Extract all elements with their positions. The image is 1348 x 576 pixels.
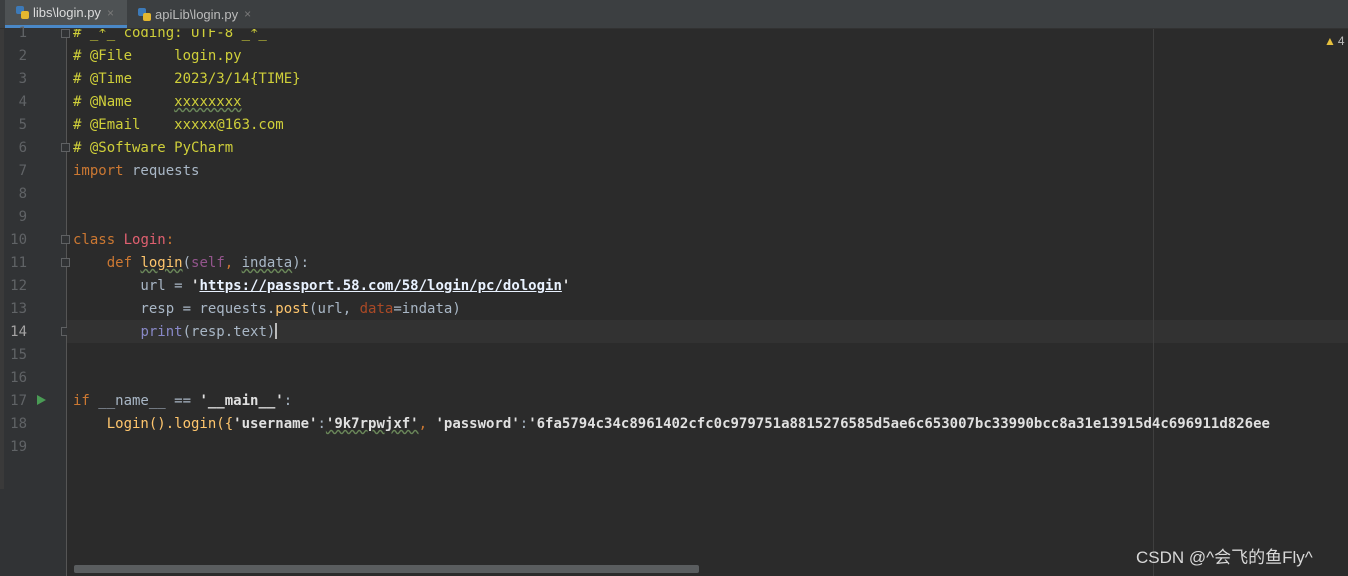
string-literal: '__main__' [199, 393, 284, 409]
line-number: 12 [10, 278, 27, 294]
tab-label: apiLib\login.py [155, 6, 239, 22]
dict-key: 'password' [435, 416, 520, 432]
run-icon[interactable] [37, 395, 46, 405]
comment-text: # _*_ coding: UTF-8 _*_ [73, 29, 267, 41]
string-quote: ' [561, 278, 571, 294]
horizontal-scrollbar-thumb[interactable] [74, 565, 699, 573]
code-text: : [519, 416, 529, 432]
code-text: : [165, 232, 175, 248]
code-line-11: def login(self, indata): [73, 252, 309, 275]
line-number: 4 [18, 94, 27, 110]
line-number: 2 [18, 48, 27, 64]
code-text: , [418, 416, 436, 432]
code-text: resp = requests. [73, 301, 276, 317]
keyword: if [73, 393, 90, 409]
watermark: CSDN @^会飞的鱼Fly^ [1136, 548, 1313, 567]
line-number: 15 [10, 347, 27, 363]
comment-text: xxxxxxxx [174, 94, 242, 110]
inspection-warnings-indicator[interactable]: ▲ 4 [1324, 34, 1345, 48]
code-text: =indata) [393, 301, 461, 317]
keyword: class [73, 232, 116, 248]
warning-count: 4 [1337, 34, 1345, 48]
comment-text: # @Name [73, 94, 175, 110]
code-line-17: if __name__ == '__main__': [73, 390, 292, 413]
comment-text: # @File login.py [73, 48, 242, 64]
line-number: 5 [18, 117, 27, 133]
line-number: 3 [18, 71, 27, 87]
tab-apilib-login[interactable]: apiLib\login.py × [132, 0, 262, 28]
line-number: 9 [18, 209, 27, 225]
line-number: 18 [10, 416, 27, 432]
code-text: Login().login({ [73, 416, 234, 432]
comment-text: # @Software PyCharm [73, 140, 234, 156]
code-line-14: print(resp.text) [73, 321, 278, 344]
line-number: 8 [18, 186, 27, 202]
code-text: (resp.text) [182, 324, 276, 340]
line-number: 10 [10, 232, 27, 248]
line-number: 19 [10, 439, 27, 455]
code-text: __name__ == [89, 393, 200, 409]
line-number: 1 [18, 25, 27, 41]
dict-key: 'username' [233, 416, 318, 432]
code-text: (url, [309, 301, 360, 317]
function-name: login [140, 255, 183, 271]
code-line-6: # @Software PyCharm [73, 137, 233, 160]
comment-text: # @Email xxxxx@163.com [73, 117, 284, 133]
self-keyword: self [191, 255, 225, 271]
python-file-icon [16, 6, 29, 19]
code-text: ): [292, 255, 310, 271]
line-number: 6 [18, 140, 27, 156]
code-text: , [224, 255, 242, 271]
line-number: 16 [10, 370, 27, 386]
code-text: requests [123, 163, 200, 179]
close-icon[interactable]: × [107, 6, 114, 20]
warning-icon: ▲ [1324, 34, 1336, 48]
close-icon[interactable]: × [244, 7, 251, 21]
keyword-argument: data [359, 301, 394, 317]
code-line-18: Login().login({'username':'9k7rpwjxf', '… [73, 413, 1270, 436]
code-line-5: # @Email xxxxx@163.com [73, 114, 284, 137]
keyword: def [106, 255, 133, 271]
code-line-2: # @File login.py [73, 45, 242, 68]
code-text: url = [73, 278, 192, 294]
code-line-3: # @Time 2023/3/14{TIME} [73, 68, 301, 91]
keyword: import [73, 163, 124, 179]
code-line-12: url = 'https://passport.58.com/58/login/… [73, 275, 570, 298]
comment-text: # @Time 2023/3/14{TIME} [73, 71, 301, 87]
code-line-4: # @Name xxxxxxxx [73, 91, 242, 114]
code-line-10: class Login: [73, 229, 174, 252]
dict-value: '6fa5794c34c8961402cfc0c979751a881527658… [528, 416, 1270, 432]
class-name: Login [123, 232, 166, 248]
line-number-current: 14 [10, 324, 27, 340]
right-margin-guide [1153, 29, 1154, 576]
code-text: ( [182, 255, 192, 271]
code-editor[interactable]: # _*_ coding: UTF-8 _*_ # @File login.py… [67, 29, 1348, 576]
code-text: : [317, 416, 326, 432]
python-file-icon [138, 7, 151, 21]
code-line-7: import requests [73, 160, 199, 183]
code-line-1: # _*_ coding: UTF-8 _*_ [73, 29, 267, 45]
code-text: : [283, 393, 293, 409]
builtin-function: print [140, 324, 183, 340]
tab-label: libs\login.py [33, 5, 101, 20]
url-string[interactable]: https://passport.58.com/58/login/pc/dolo… [199, 278, 561, 294]
line-number: 7 [18, 163, 27, 179]
line-number: 11 [10, 255, 27, 271]
code-line-13: resp = requests.post(url, data=indata) [73, 298, 461, 321]
dict-value: '9k7rpwjxf' [325, 416, 419, 432]
function-call: post [275, 301, 310, 317]
line-number-gutter[interactable]: 1 2 3 4 5 6 7 8 9 10 11 12 13 14 15 16 1… [0, 25, 70, 576]
line-number: 17 [10, 393, 27, 409]
parameter: indata [241, 255, 293, 271]
editor-tab-bar: libs\login.py × apiLib\login.py × [0, 0, 1348, 29]
line-number: 13 [10, 301, 27, 317]
left-scroll-track [0, 29, 4, 489]
text-caret [275, 323, 278, 339]
